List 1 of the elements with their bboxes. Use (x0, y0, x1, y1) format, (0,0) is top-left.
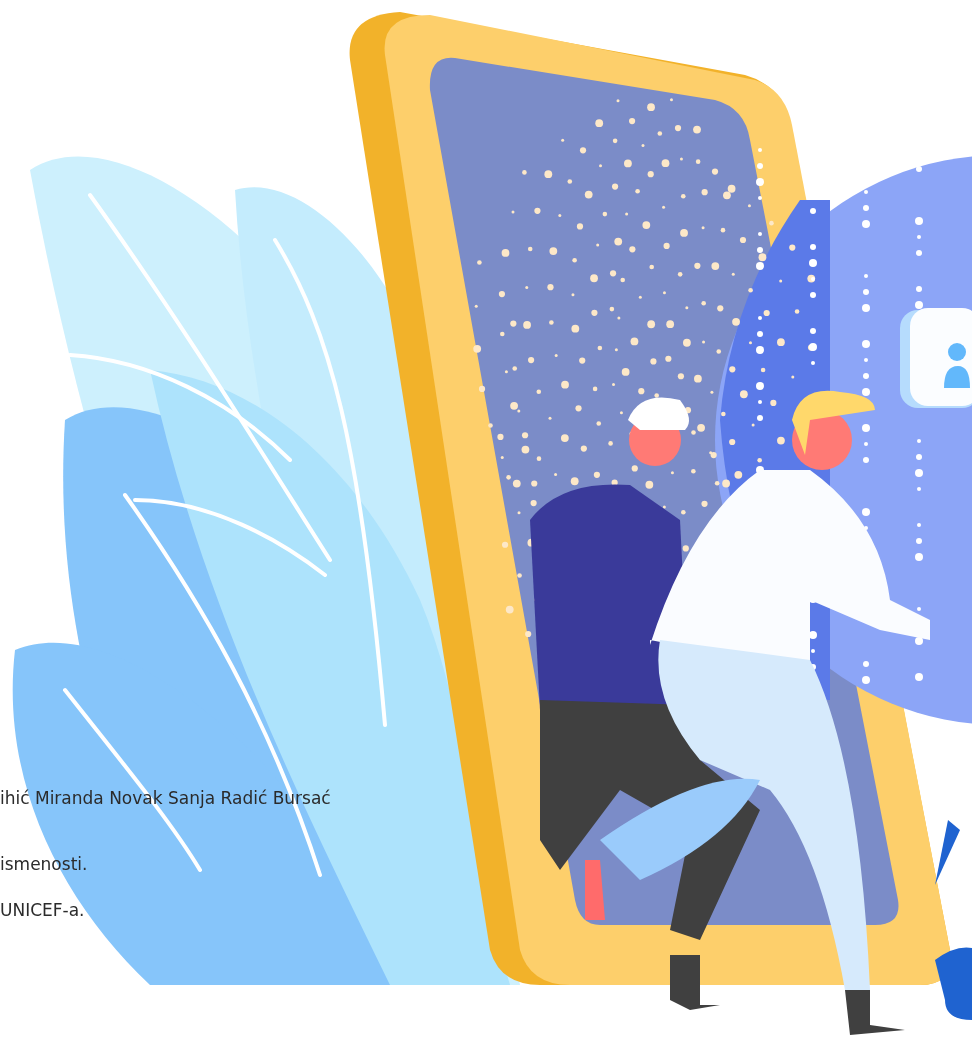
paragraph-text: UNICEF-a. (0, 899, 85, 921)
